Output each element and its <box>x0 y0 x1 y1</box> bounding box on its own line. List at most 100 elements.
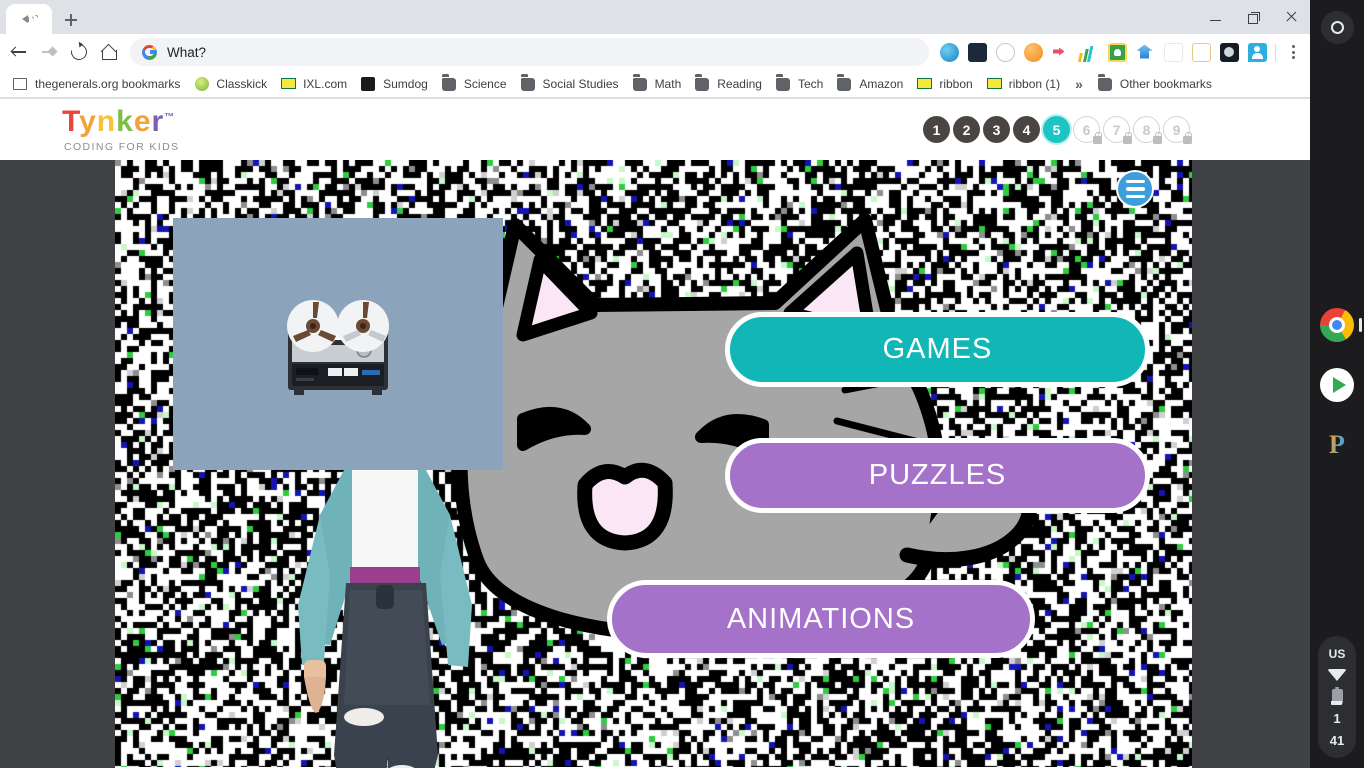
orange-circle-extension-icon[interactable] <box>1019 38 1047 66</box>
step-label: 8 <box>1142 121 1151 138</box>
bookmark-label: Amazon <box>859 76 904 91</box>
media-panel[interactable] <box>173 218 503 470</box>
tynker-tagline: CODING FOR KIDS <box>64 140 180 153</box>
folder-icon <box>632 76 649 92</box>
step-4[interactable]: 4 <box>1013 116 1040 143</box>
bookmark-thegenerals[interactable]: thegenerals.org bookmarks <box>6 73 187 95</box>
shelf-status-area[interactable]: US 1 41 <box>1318 636 1356 758</box>
forward-button[interactable] <box>34 37 64 67</box>
key-extension-icon[interactable] <box>963 38 991 66</box>
lock-icon <box>1153 132 1162 144</box>
bookmark-folder-math[interactable]: Math <box>626 73 689 95</box>
pink-arrow-extension-icon[interactable] <box>1047 38 1075 66</box>
logo-letter: T <box>62 104 80 138</box>
home-button[interactable] <box>94 37 124 67</box>
folder-icon <box>775 76 792 92</box>
step-7[interactable]: 7 <box>1103 116 1132 144</box>
p-app-glyph: P <box>1322 430 1352 460</box>
folder-icon <box>837 76 853 92</box>
bookmark-ixl[interactable]: IXL.com <box>274 73 354 95</box>
logo-letter: k <box>116 104 134 138</box>
puzzles-button[interactable]: PUZZLES <box>725 438 1150 513</box>
page-content: Tynker™ CODING FOR KIDS 1 2 3 4 5 6 7 8 … <box>0 99 1310 768</box>
step-label: 6 <box>1082 121 1091 138</box>
colorful-bars-extension-icon[interactable] <box>1075 38 1103 66</box>
trademark-symbol: ™ <box>164 111 176 123</box>
bookmark-ribbon-1[interactable]: ribbon (1) <box>980 73 1067 95</box>
minimize-button[interactable] <box>1196 0 1234 34</box>
step-8[interactable]: 8 <box>1133 116 1162 144</box>
help-extension-icon[interactable] <box>991 38 1019 66</box>
bookmark-sumdog[interactable]: Sumdog <box>354 73 435 95</box>
lock-icon <box>1093 132 1102 144</box>
sumdog-icon <box>361 76 377 92</box>
ixl-icon <box>281 76 297 92</box>
logo-letter: e <box>133 104 152 138</box>
bookmark-folder-social-studies[interactable]: Social Studies <box>514 73 626 95</box>
bookmark-folder-science[interactable]: Science <box>435 73 514 95</box>
classkick-icon <box>194 76 210 92</box>
step-5[interactable]: 5 <box>1043 116 1070 143</box>
classroom-extension-icon[interactable] <box>1103 38 1131 66</box>
browser-toolbar: What? <box>0 34 1310 70</box>
folder-icon <box>695 76 711 92</box>
browser-tab[interactable] <box>6 4 52 34</box>
wifi-icon <box>1327 669 1347 682</box>
blue-person-extension-icon[interactable] <box>1243 38 1271 66</box>
globe-extension-icon[interactable] <box>935 38 963 66</box>
project-stage[interactable]: GAMES PUZZLES ANIMATIONS <box>115 160 1192 768</box>
step-1[interactable]: 1 <box>923 116 950 143</box>
logo-letter: r <box>151 104 165 138</box>
bookmark-label: Tech <box>797 76 824 91</box>
bookmark-ribbon[interactable]: ribbon <box>910 73 979 95</box>
chrome-menu-icon[interactable] <box>1280 38 1306 66</box>
step-label: 1 <box>932 121 941 138</box>
logo-letter: y <box>79 104 97 138</box>
step-label: 9 <box>1172 121 1181 138</box>
bookmark-folder-tech[interactable]: Tech <box>769 73 830 95</box>
bookmark-label: Science <box>463 76 507 91</box>
chrome-app-icon[interactable] <box>1310 295 1364 355</box>
close-button[interactable] <box>1272 0 1310 34</box>
extension-icons <box>935 38 1306 66</box>
bookmark-label: IXL.com <box>303 76 348 91</box>
animations-button-label: ANIMATIONS <box>726 602 916 635</box>
bookmark-label: Math <box>654 76 682 91</box>
bookmarks-overflow-button[interactable]: » <box>1067 76 1091 92</box>
bookmark-label: ribbon <box>939 76 973 91</box>
blue-badge-extension-icon[interactable] <box>1131 38 1159 66</box>
bookmark-folder-reading[interactable]: Reading <box>688 73 769 95</box>
bookmark-other-bookmarks[interactable]: Other bookmarks <box>1091 73 1219 95</box>
games-button[interactable]: GAMES <box>725 312 1150 387</box>
app-running-indicator <box>1359 318 1362 332</box>
screencast-extension-icon[interactable] <box>1187 38 1215 66</box>
animations-button[interactable]: ANIMATIONS <box>607 580 1035 658</box>
new-tab-button[interactable] <box>58 7 84 33</box>
games-button-label: GAMES <box>882 333 993 365</box>
bookmark-classkick[interactable]: Classkick <box>187 73 274 95</box>
tynker-logo[interactable]: Tynker™ CODING FOR KIDS <box>62 104 180 153</box>
lock-icon <box>1183 132 1192 144</box>
shelf-app-list: P <box>1310 295 1364 475</box>
speaker-playing-icon[interactable] <box>21 11 40 27</box>
hamburger-menu-icon[interactable] <box>1116 170 1154 208</box>
maximize-button[interactable] <box>1234 0 1272 34</box>
step-label: 2 <box>962 121 971 138</box>
bookmark-label: Sumdog <box>383 76 428 91</box>
grey-doc-extension-icon[interactable] <box>1159 38 1187 66</box>
bookmark-label: thegenerals.org bookmarks <box>35 76 181 91</box>
play-store-app-icon[interactable] <box>1310 355 1364 415</box>
reload-button[interactable] <box>64 37 94 67</box>
bookmark-folder-amazon[interactable]: Amazon <box>830 73 910 95</box>
back-button[interactable] <box>4 37 34 67</box>
step-9[interactable]: 9 <box>1163 116 1192 144</box>
step-label: 4 <box>1022 121 1031 138</box>
dark-circle-extension-icon[interactable] <box>1215 38 1243 66</box>
p-app-icon[interactable]: P <box>1310 415 1364 475</box>
step-2[interactable]: 2 <box>953 116 980 143</box>
browser-window: What? thegenerals.org bookmarks Classkic… <box>0 0 1310 768</box>
address-bar[interactable]: What? <box>130 38 929 66</box>
launcher-icon[interactable] <box>1321 11 1354 44</box>
step-3[interactable]: 3 <box>983 116 1010 143</box>
step-6[interactable]: 6 <box>1073 116 1102 144</box>
